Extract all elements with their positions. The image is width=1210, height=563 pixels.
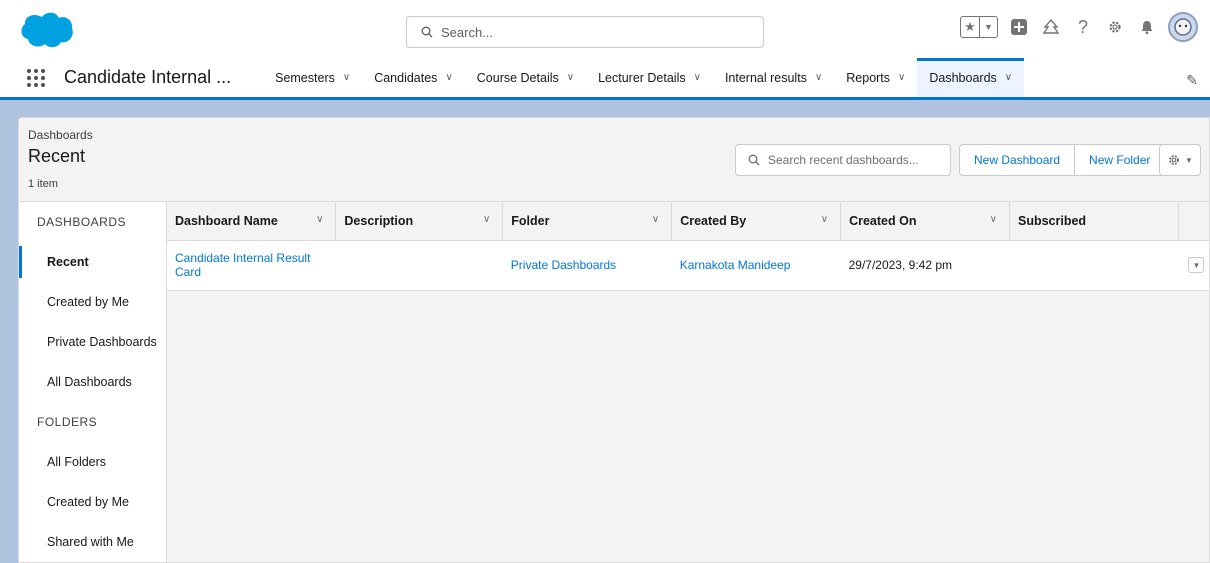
sidebar-heading-dashboards: DASHBOARDS bbox=[37, 215, 127, 229]
column-header-folder[interactable]: Folder ∨ bbox=[502, 202, 673, 241]
column-header-created-by[interactable]: Created By ∨ bbox=[671, 202, 842, 241]
column-header-label: Description bbox=[344, 213, 414, 228]
setup-gear-icon[interactable] bbox=[1104, 16, 1126, 38]
nav-item-label: Internal results bbox=[724, 70, 807, 85]
nav-item-label: Reports bbox=[846, 70, 891, 85]
created-by-link[interactable]: Karnakota Manideep bbox=[680, 258, 791, 272]
folder-link[interactable]: Private Dashboards bbox=[511, 258, 616, 272]
sidebar-item-all-folders[interactable]: All Folders bbox=[19, 442, 166, 482]
global-search-input[interactable]: Search... bbox=[406, 16, 764, 48]
chevron-down-icon[interactable]: ∨ bbox=[990, 214, 997, 225]
search-icon bbox=[748, 154, 760, 166]
chevron-down-icon[interactable]: ∨ bbox=[815, 72, 822, 83]
column-header-label: Folder bbox=[511, 213, 550, 228]
chevron-down-icon[interactable]: ▼ bbox=[979, 17, 997, 37]
nav-item-candidates[interactable]: Candidates ∨ bbox=[362, 58, 465, 97]
chevron-down-icon[interactable]: ∨ bbox=[483, 214, 490, 225]
table-header-row: Dashboard Name ∨ Description ∨ Folder ∨ Cre… bbox=[167, 202, 1209, 241]
column-header-created-on[interactable]: Created On ∨ bbox=[840, 202, 1010, 241]
dashboards-table: Dashboard Name ∨ Description ∨ Folder ∨ Cre… bbox=[167, 202, 1209, 291]
nav-item-label: Lecturer Details bbox=[598, 70, 686, 85]
nav-item-label: Candidates bbox=[374, 70, 438, 85]
dashboards-list-view: Dashboards Recent 1 item Search recent d… bbox=[18, 117, 1210, 563]
search-icon bbox=[421, 26, 433, 38]
chevron-down-icon[interactable]: ∨ bbox=[821, 214, 828, 225]
dashboards-sidebar: DASHBOARDS Recent Created by Me Private … bbox=[19, 202, 167, 562]
chevron-down-icon[interactable]: ∨ bbox=[694, 72, 701, 83]
global-search-placeholder: Search... bbox=[441, 24, 494, 40]
search-dashboards-placeholder: Search recent dashboards... bbox=[768, 153, 919, 167]
global-header: Search... ★ ▼ ? bbox=[0, 0, 1210, 58]
dashboards-table-area: Dashboard Name ∨ Description ∨ Folder ∨ Cre… bbox=[167, 202, 1209, 562]
sidebar-item-all-dashboards[interactable]: All Dashboards bbox=[19, 362, 166, 402]
chevron-down-icon[interactable]: ∨ bbox=[445, 72, 452, 83]
app-launcher-icon[interactable] bbox=[22, 64, 50, 92]
bell-icon[interactable] bbox=[1136, 16, 1158, 38]
nav-item-lecturer-details[interactable]: Lecturer Details ∨ bbox=[586, 58, 713, 97]
cell-folder: Private Dashboards bbox=[502, 240, 672, 291]
nav-item-reports[interactable]: Reports ∨ bbox=[834, 58, 917, 97]
item-count: 1 item bbox=[28, 178, 58, 190]
nav-item-label: Course Details bbox=[476, 70, 559, 85]
chevron-down-icon[interactable]: ∨ bbox=[567, 72, 574, 83]
gear-icon bbox=[1169, 155, 1179, 165]
chevron-down-icon[interactable]: ∨ bbox=[343, 72, 350, 83]
column-header-actions bbox=[1178, 202, 1209, 241]
cell-created-on: 29/7/2023, 9:42 pm bbox=[840, 240, 1010, 291]
app-name: Candidate Internal ... bbox=[64, 67, 232, 87]
nav-item-label: Semesters bbox=[275, 70, 335, 85]
sidebar-item-folders-created-by-me[interactable]: Created by Me bbox=[19, 482, 166, 522]
chevron-down-icon: ▼ bbox=[1185, 155, 1193, 165]
table-row: Candidate Internal Result Card Private D… bbox=[167, 240, 1209, 291]
dashboard-name-link[interactable]: Candidate Internal Result Card bbox=[175, 251, 310, 279]
utility-icons: ★ ▼ ? bbox=[960, 12, 1198, 42]
chevron-down-icon[interactable]: ∨ bbox=[898, 72, 905, 83]
column-header-description[interactable]: Description ∨ bbox=[335, 202, 504, 241]
avatar[interactable] bbox=[1168, 12, 1198, 42]
column-header-label: Subscribed bbox=[1018, 213, 1087, 228]
column-header-label: Created By bbox=[680, 213, 747, 228]
sidebar-item-private-dashboards[interactable]: Private Dashboards bbox=[19, 322, 166, 362]
chevron-down-icon[interactable]: ∨ bbox=[1005, 72, 1012, 83]
sidebar-heading-folders: FOLDERS bbox=[37, 415, 98, 429]
list-settings-button[interactable]: ▼ bbox=[1159, 144, 1201, 176]
app-navigation-bar: Candidate Internal ... Semesters ∨ Candid… bbox=[0, 58, 1210, 100]
cell-created-by: Karnakota Manideep bbox=[671, 240, 841, 291]
column-header-dashboard-name[interactable]: Dashboard Name ∨ bbox=[167, 202, 337, 241]
column-header-label: Created On bbox=[849, 213, 917, 228]
sidebar-item-created-by-me[interactable]: Created by Me bbox=[19, 282, 166, 322]
cell-row-actions: ▼ bbox=[1178, 240, 1209, 291]
page-title: Recent bbox=[28, 146, 86, 166]
object-eyebrow: Dashboards bbox=[28, 128, 93, 142]
new-folder-button[interactable]: New Folder bbox=[1075, 144, 1166, 176]
cell-description bbox=[335, 240, 503, 291]
list-body: DASHBOARDS Recent Created by Me Private … bbox=[19, 202, 1209, 562]
edit-nav-pencil-icon[interactable]: ✎ bbox=[1186, 72, 1198, 89]
star-icon[interactable]: ★ bbox=[961, 17, 979, 37]
chevron-down-icon[interactable]: ∨ bbox=[652, 214, 659, 225]
trailhead-icon[interactable] bbox=[1040, 16, 1062, 38]
row-actions-chevron-down-icon[interactable]: ▼ bbox=[1188, 257, 1205, 274]
nav-item-semesters[interactable]: Semesters ∨ bbox=[263, 58, 362, 97]
list-header: Dashboards Recent 1 item Search recent d… bbox=[19, 118, 1209, 202]
nav-item-course-details[interactable]: Course Details ∨ bbox=[465, 58, 586, 97]
new-dashboard-button[interactable]: New Dashboard bbox=[959, 144, 1076, 176]
salesforce-logo-icon[interactable] bbox=[20, 11, 74, 49]
nav-item-dashboards[interactable]: Dashboards ∨ bbox=[917, 58, 1025, 97]
add-icon[interactable] bbox=[1008, 16, 1030, 38]
cell-dashboard-name: Candidate Internal Result Card bbox=[167, 240, 336, 291]
chevron-down-icon[interactable]: ∨ bbox=[316, 214, 323, 225]
cell-subscribed bbox=[1009, 240, 1179, 291]
search-dashboards-input[interactable]: Search recent dashboards... bbox=[735, 144, 951, 176]
column-header-subscribed[interactable]: Subscribed bbox=[1009, 202, 1179, 241]
help-icon[interactable]: ? bbox=[1072, 16, 1094, 38]
favorites-button-group[interactable]: ★ ▼ bbox=[960, 16, 998, 38]
sidebar-item-shared-with-me[interactable]: Shared with Me bbox=[19, 522, 166, 562]
nav-item-internal-results[interactable]: Internal results ∨ bbox=[713, 58, 834, 97]
nav-item-label: Dashboards bbox=[929, 70, 997, 85]
nav-items: Semesters ∨ Candidates ∨ Course Details ∨ L… bbox=[263, 58, 1025, 97]
column-header-label: Dashboard Name bbox=[175, 213, 278, 228]
header-button-group: New Dashboard New Folder bbox=[959, 144, 1166, 176]
sidebar-item-recent[interactable]: Recent bbox=[19, 242, 166, 282]
